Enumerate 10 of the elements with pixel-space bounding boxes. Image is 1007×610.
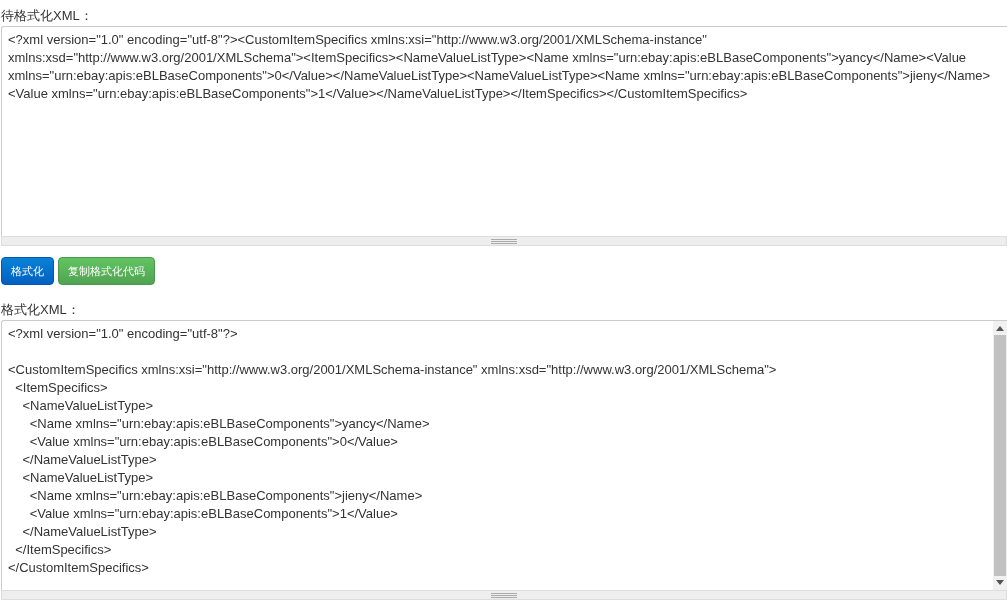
input-label: 待格式化XML： [1, 7, 94, 25]
resize-grip-icon[interactable] [491, 238, 517, 244]
xml-output-field[interactable]: <?xml version="1.0" encoding="utf-8"?> <CustomItemSpecifics xmlns:xsi="http://www.w3.org/2001/XMLSchema-instance" xmlns:xsd="http://www.w3.org/2001/XMLSchema"> <ItemSpecifics> <NameValueListType> <Name xmlns="urn:ebay:apis:eBLBaseComponents">yancy</Name> <Value xmlns="urn:ebay:apis:eBLBaseComponents">0</Value> </NameValueListType> <NameValueListType> <Name xmlns="urn:ebay:apis:eBLBaseComponents">jieny</Name> <Value xmlns="urn:ebay:apis:eBLBaseComponents">1</Value> </NameValueListType> </ItemSpecifics> </CustomItemSpecifics> [2, 321, 993, 590]
scrollbar[interactable] [993, 321, 1007, 590]
action-button[interactable]: 格式化 [1, 257, 54, 285]
xml-input-field[interactable]: <?xml version="1.0" encoding="utf-8"?><CustomItemSpecifics xmlns:xsi="http://www.w3.org/2001/XMLSchema-instance" xmlns:xsd="http://www.w3.org/2001/XMLSchema"><ItemSpecifics><NameValueListType><Name xmlns="urn:ebay:apis:eBLBaseComponents">yancy</Name><Value xmlns="urn:ebay:apis:eBLBaseComponents">0</Value></NameValueListType><NameValueListType><Name xmlns="urn:ebay:apis:eBLBaseComponents">jieny</Name><Value xmlns="urn:ebay:apis:eBLBaseComponents">1</Value></NameValueListType></ItemSpecifics></CustomItemSpecifics> [2, 27, 1007, 236]
scroll-up-icon[interactable] [996, 326, 1004, 331]
output-label: 格式化XML： [1, 301, 81, 319]
scroll-down-icon[interactable] [996, 580, 1004, 585]
resize-grip-icon[interactable] [491, 592, 517, 598]
